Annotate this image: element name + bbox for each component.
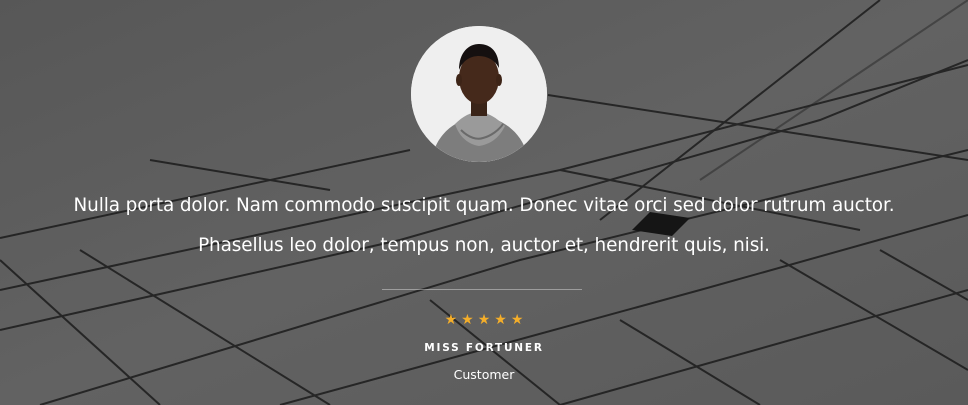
testimonial-quote: Nulla porta dolor. Nam commodo suscipit … bbox=[0, 186, 968, 266]
person-portrait-icon bbox=[411, 26, 547, 162]
star-icon: ★ bbox=[444, 312, 458, 328]
divider bbox=[382, 289, 582, 290]
star-icon: ★ bbox=[461, 312, 474, 328]
author-name: MISS FORTUNER bbox=[424, 342, 544, 354]
star-icon: ★ bbox=[477, 312, 491, 328]
quote-line-1: Nulla porta dolor. Nam commodo suscipit … bbox=[73, 195, 895, 216]
quote-line-2: Phasellus leo dolor, tempus non, auctor … bbox=[198, 235, 770, 256]
author-role: Customer bbox=[453, 367, 515, 382]
testimonial-section: Nulla porta dolor. Nam commodo suscipit … bbox=[0, 0, 968, 405]
customer-avatar bbox=[411, 26, 547, 162]
star-icon: ★ bbox=[510, 312, 524, 328]
star-icon: ★ bbox=[494, 312, 507, 328]
rating-stars: ★ ★ ★ ★ ★ bbox=[0, 311, 968, 329]
